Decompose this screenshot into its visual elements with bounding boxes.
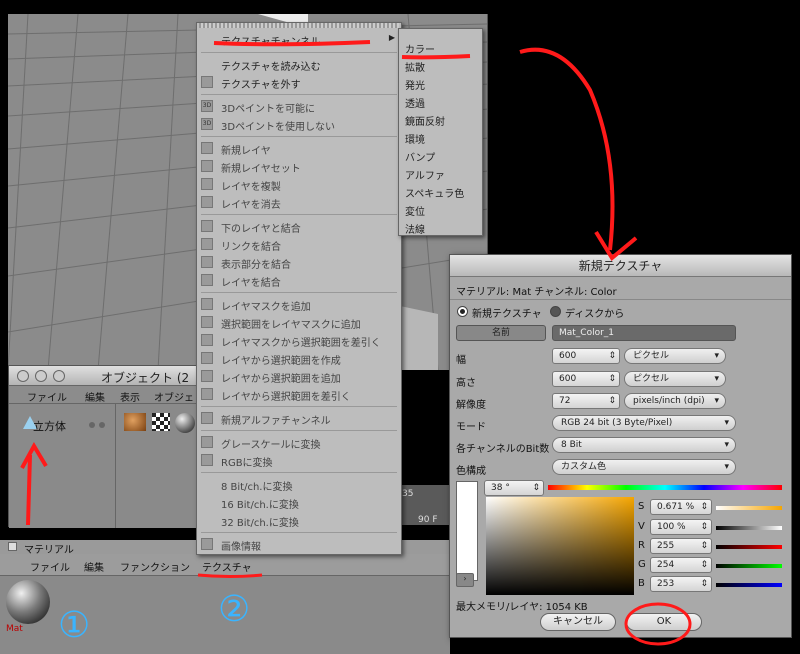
arrow-to-object: [26, 454, 32, 526]
ok-highlight-circle: [624, 602, 692, 646]
underline-color: [401, 54, 471, 60]
annotation-overlay: ① ②: [20, 40, 692, 646]
arrowhead-dialog: [594, 230, 638, 262]
underline-texture-channel: [213, 40, 371, 47]
arrowhead-object: [20, 441, 48, 469]
annotation-2: ②: [218, 589, 250, 630]
arrow-to-dialog: [519, 47, 615, 251]
annotation-1: ①: [58, 605, 90, 646]
underline-texture-menu: [197, 573, 263, 578]
